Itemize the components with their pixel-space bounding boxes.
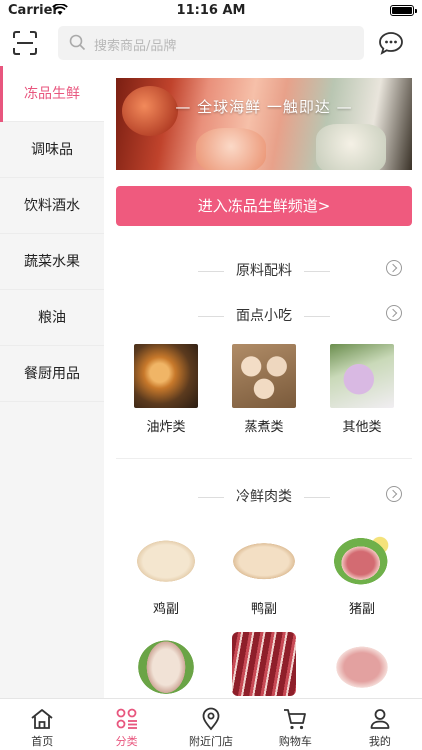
product-label: 鸡副 (152, 602, 179, 617)
sidebar-item-seasoning[interactable]: 调味品 (0, 122, 104, 178)
sidebar-item-label: 餐厨用品 (24, 366, 80, 382)
top-bar: 搜索商品/品牌 (0, 22, 422, 66)
chicken-image (134, 526, 198, 590)
duck-image (232, 526, 296, 590)
seafood-banner[interactable]: — 全球海鲜 一触即达 — (116, 78, 412, 170)
sidebar-item-drinks[interactable]: 饮料酒水 (0, 178, 104, 234)
product-item[interactable] (322, 632, 402, 696)
tab-cart[interactable]: 购物车 (253, 699, 337, 750)
product-item[interactable]: 其他类 (322, 344, 402, 435)
meat-image-2 (232, 632, 296, 696)
product-item[interactable] (126, 632, 206, 696)
fried-food-image (134, 344, 198, 408)
tab-category[interactable]: 分类 (84, 699, 168, 750)
section-divider (116, 458, 412, 459)
search-icon (69, 34, 86, 51)
search-bar[interactable]: 搜索商品/品牌 (58, 26, 364, 60)
chevron-right-icon[interactable] (386, 260, 402, 276)
product-item[interactable]: 蒸煮类 (224, 344, 304, 435)
message-icon[interactable] (378, 30, 404, 56)
product-label: 蒸煮类 (244, 420, 284, 435)
section-title-fresh-meat[interactable]: 冷鲜肉类 (116, 486, 412, 506)
dumplings-image (232, 344, 296, 408)
section-title-text: 原料配料 (236, 263, 292, 279)
cart-icon (284, 709, 307, 730)
chevron-right-icon[interactable] (386, 486, 402, 502)
section-title-raw-materials[interactable]: 原料配料 (116, 260, 412, 280)
product-item[interactable]: 油炸类 (126, 344, 206, 435)
chevron-right-icon[interactable] (386, 305, 402, 321)
location-icon (202, 707, 220, 731)
clock: 11:16 AM (176, 3, 246, 18)
scan-icon[interactable] (12, 30, 38, 56)
sidebar-item-grain-oil[interactable]: 粮油 (0, 290, 104, 346)
sidebar-item-vegetables-fruits[interactable]: 蔬菜水果 (0, 234, 104, 290)
tab-label: 购物车 (278, 735, 312, 748)
sidebar-item-label: 饮料酒水 (24, 198, 80, 214)
tab-bar: 首页 分类 附近门店 购物车 我的 (0, 698, 422, 750)
home-icon (31, 709, 53, 729)
battery-icon (390, 5, 417, 16)
tab-nearby-stores[interactable]: 附近门店 (169, 699, 253, 750)
product-item[interactable] (224, 632, 304, 696)
sidebar-item-label: 冻品生鲜 (24, 86, 80, 102)
product-item[interactable]: 鸡副 (126, 526, 206, 617)
sidebar-item-label: 调味品 (31, 142, 73, 158)
meat-image-3 (330, 632, 394, 696)
search-placeholder: 搜索商品/品牌 (94, 39, 177, 54)
tab-label: 分类 (115, 735, 138, 748)
section-title-text: 面点小吃 (236, 308, 292, 324)
tab-label: 我的 (368, 735, 391, 748)
product-item[interactable]: 鸭副 (224, 526, 304, 617)
section-title-snacks[interactable]: 面点小吃 (116, 305, 412, 325)
profile-icon (370, 709, 390, 729)
sidebar-item-label: 粮油 (38, 310, 66, 326)
salmon-image (196, 128, 266, 170)
sidebar-item-label: 蔬菜水果 (24, 254, 80, 270)
sidebar-item-kitchenware[interactable]: 餐厨用品 (0, 346, 104, 402)
category-sidebar: 冻品生鲜 调味品 饮料酒水 蔬菜水果 粮油 餐厨用品 (0, 66, 104, 698)
meat-image-1 (134, 632, 198, 696)
banner-slogan: — 全球海鲜 一触即达 — (175, 98, 353, 116)
tab-home[interactable]: 首页 (0, 699, 84, 750)
pork-image (330, 526, 394, 590)
product-label: 猪副 (348, 602, 375, 617)
product-label: 油炸类 (146, 420, 186, 435)
pastry-image (330, 344, 394, 408)
product-item[interactable]: 猪副 (322, 526, 402, 617)
status-bar: Carrier 11:16 AM (0, 0, 422, 22)
product-label: 其他类 (342, 420, 382, 435)
tab-profile[interactable]: 我的 (338, 699, 422, 750)
category-content: — 全球海鲜 一触即达 — 进入冻品生鲜频道> 原料配料 面点小吃 油炸类 蒸煮… (104, 66, 422, 698)
product-label: 鸭副 (250, 602, 277, 617)
section-title-text: 冷鲜肉类 (236, 489, 292, 505)
enter-channel-button[interactable]: 进入冻品生鲜频道> (116, 186, 412, 226)
category-icon (116, 708, 137, 729)
tab-label: 附近门店 (189, 735, 234, 748)
fish-fillet-image (316, 124, 386, 170)
tab-label: 首页 (31, 735, 54, 748)
sidebar-item-frozen-fresh[interactable]: 冻品生鲜 (0, 66, 104, 122)
